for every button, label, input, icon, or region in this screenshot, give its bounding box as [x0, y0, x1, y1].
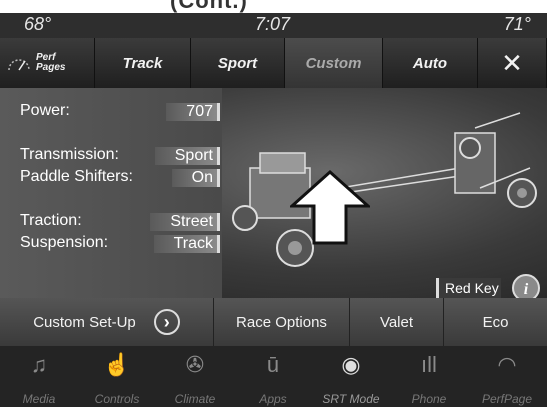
- drivetrain-image: [232, 112, 537, 267]
- settings-summary: Power: 707 Transmission: Sport Paddle Sh…: [0, 88, 222, 298]
- page-top-margin: (Cont.): [0, 0, 547, 13]
- tab-track[interactable]: Track: [95, 38, 191, 88]
- nav-perfpage[interactable]: ◠ PerfPage: [468, 346, 546, 407]
- nav-phone[interactable]: ıll Phone: [390, 346, 468, 407]
- nav-climate-label: Climate: [174, 392, 216, 406]
- power-row: Power: 707: [20, 102, 220, 122]
- power-label: Power:: [20, 102, 70, 119]
- outside-temperature: 68°: [24, 14, 52, 34]
- traction-row: Traction: Street: [20, 212, 220, 232]
- gauge-icon: ◠: [497, 352, 517, 377]
- action-buttons: Custom Set-Up › Race Options Valet Eco: [0, 298, 547, 346]
- tab-perf-pages[interactable]: Perf Pages: [0, 38, 95, 88]
- nav-media-label: Media: [22, 392, 56, 406]
- suspension-value: Track: [153, 235, 220, 253]
- power-value: 707: [166, 103, 220, 121]
- transmission-row: Transmission: Sport: [20, 146, 220, 166]
- paddle-shifters-row: Paddle Shifters: On: [20, 168, 220, 188]
- page-heading-partial: (Cont.): [170, 0, 248, 13]
- nav-media[interactable]: ♫ Media: [0, 346, 78, 407]
- custom-setup-label: Custom Set-Up: [33, 313, 136, 331]
- valet-button[interactable]: Valet: [350, 298, 444, 346]
- tab-auto[interactable]: Auto: [383, 38, 478, 88]
- transmission-value: Sport: [154, 147, 220, 165]
- chevron-right-icon: ›: [153, 309, 180, 335]
- bottom-nav: ♫ Media ☝ Controls ✇ Climate ū Apps ◉ SR…: [0, 346, 547, 407]
- climate-fan-icon: ✇: [185, 352, 205, 377]
- red-key-indicator[interactable]: Red Key: [436, 278, 501, 298]
- controls-hand-icon: ☝: [103, 352, 131, 377]
- traction-value: Street: [150, 213, 220, 231]
- paddle-shifters-value: On: [171, 169, 220, 187]
- nav-srt-mode-label: SRT Mode: [322, 392, 380, 406]
- traction-label: Traction:: [20, 212, 82, 229]
- gauge-icon: [8, 59, 30, 71]
- music-note-icon: ♫: [30, 352, 48, 377]
- custom-setup-button[interactable]: Custom Set-Up ›: [0, 298, 214, 346]
- nav-perfpage-label: PerfPage: [481, 392, 533, 406]
- custom-mode-panel: Power: 707 Transmission: Sport Paddle Sh…: [0, 88, 547, 298]
- screen: (Cont.) 68° 7:07 71° Perf Pages Track Sp…: [0, 0, 547, 407]
- tab-perf-line2: Pages: [36, 62, 66, 73]
- mode-tabs: Perf Pages Track Sport Custom Auto ✕: [0, 38, 547, 88]
- inside-temperature: 71°: [503, 14, 531, 34]
- suspension-row: Suspension: Track: [20, 234, 220, 254]
- apps-icon: ū: [266, 352, 280, 377]
- tab-custom[interactable]: Custom: [285, 38, 383, 88]
- race-options-button[interactable]: Race Options: [214, 298, 350, 346]
- nav-apps-label: Apps: [259, 392, 287, 406]
- status-bar: 68° 7:07 71°: [0, 13, 547, 38]
- nav-controls[interactable]: ☝ Controls: [78, 346, 156, 407]
- steering-wheel-icon: ◉: [341, 352, 361, 377]
- tab-sport[interactable]: Sport: [191, 38, 285, 88]
- clock: 7:07: [255, 14, 291, 34]
- transmission-label: Transmission:: [20, 146, 119, 163]
- nav-srt-mode[interactable]: ◉ SRT Mode: [312, 346, 390, 407]
- suspension-label: Suspension:: [20, 234, 109, 251]
- phone-bluetooth-icon: ıll: [421, 352, 437, 377]
- nav-phone-label: Phone: [411, 392, 447, 406]
- paddle-shifters-label: Paddle Shifters:: [20, 168, 133, 185]
- nav-controls-label: Controls: [94, 392, 140, 406]
- nav-climate[interactable]: ✇ Climate: [156, 346, 234, 407]
- arrow-up-icon: [290, 170, 370, 245]
- eco-button[interactable]: Eco: [444, 298, 547, 346]
- close-button[interactable]: ✕: [478, 38, 547, 88]
- nav-apps[interactable]: ū Apps: [234, 346, 312, 407]
